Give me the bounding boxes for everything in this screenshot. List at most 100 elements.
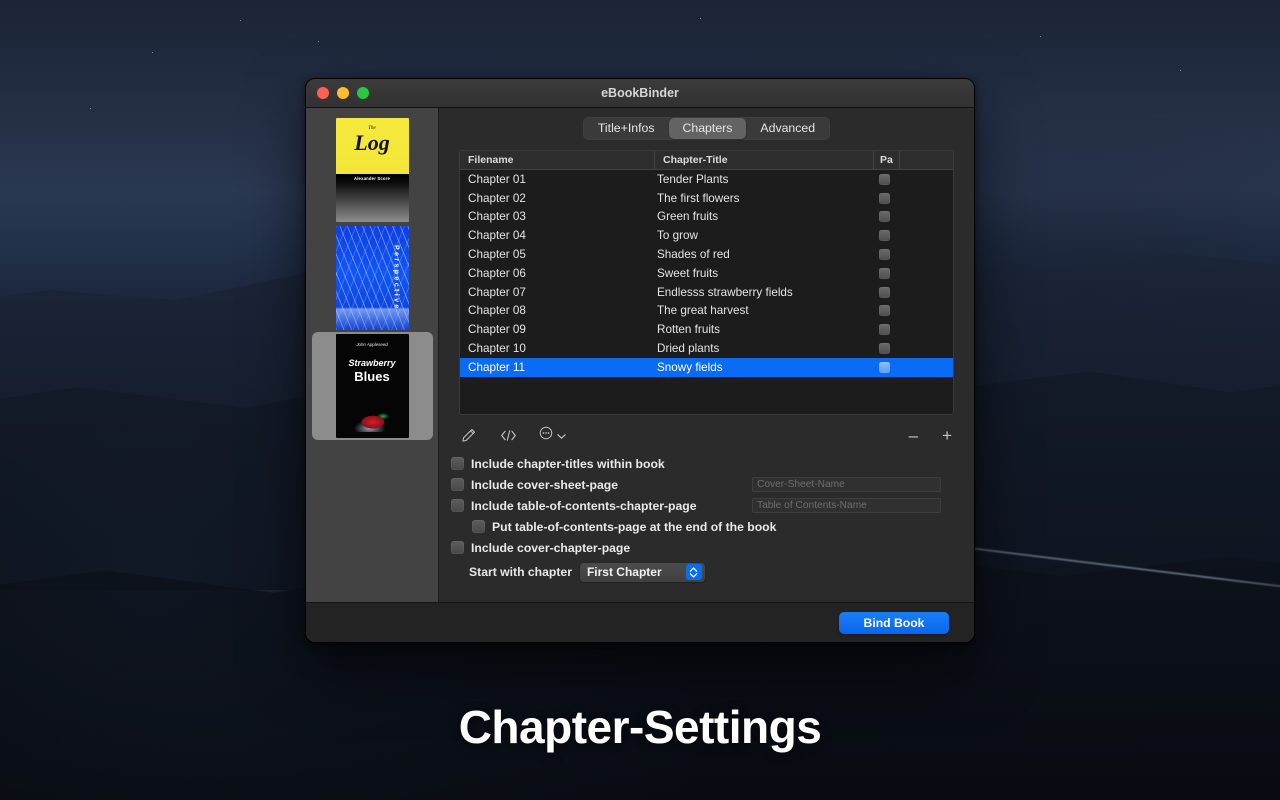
page-checkbox-icon[interactable] [879, 343, 890, 354]
book-item-perspective[interactable]: Perspective [312, 224, 433, 332]
app-window[interactable]: eBookBinder The Log Alexander Score [305, 78, 975, 643]
cell-page-checkbox[interactable] [874, 324, 900, 335]
cell-filename: Chapter 01 [460, 173, 655, 186]
option-label: Include table-of-contents-chapter-page [471, 499, 697, 513]
chevron-down-icon [557, 427, 566, 445]
cover-sheet-name-input[interactable]: Cover-Sheet-Name [752, 477, 941, 492]
cell-page-checkbox[interactable] [874, 287, 900, 298]
column-header-chapter-title[interactable]: Chapter-Title [655, 151, 874, 169]
cell-chapter-title: Rotten fruits [655, 323, 874, 336]
main-panel: Title+Infos Chapters Advanced Filename C… [439, 108, 974, 643]
option-include-cover-chapter-page[interactable]: Include cover-chapter-page [449, 537, 954, 558]
table-row[interactable]: Chapter 09 Rotten fruits [460, 320, 953, 339]
start-with-chapter-select[interactable]: First Chapter [580, 563, 705, 582]
cell-page-checkbox[interactable] [874, 230, 900, 241]
cell-filename: Chapter 07 [460, 286, 655, 299]
option-include-cover-sheet-page[interactable]: Include cover-sheet-page Cover-Sheet-Nam… [449, 474, 954, 495]
traffic-light-group [306, 87, 369, 99]
toc-name-input[interactable]: Table of Contents-Name [752, 498, 941, 513]
option-label: Include chapter-titles within book [471, 457, 665, 471]
cell-filename: Chapter 04 [460, 229, 655, 242]
cell-page-checkbox[interactable] [874, 362, 900, 373]
table-body[interactable]: Chapter 01 Tender Plants Chapter 02 The … [460, 170, 953, 377]
cell-page-checkbox[interactable] [874, 268, 900, 279]
tab-advanced[interactable]: Advanced [746, 118, 829, 139]
segmented-control[interactable]: Title+Infos Chapters Advanced [583, 117, 830, 140]
table-row[interactable]: Chapter 05 Shades of red [460, 245, 953, 264]
table-row-selected[interactable]: Chapter 11 Snowy fields [460, 358, 953, 377]
code-brackets-icon[interactable] [500, 429, 517, 442]
table-toolbar: – + [439, 415, 974, 447]
cover-title-line1: Strawberry [336, 358, 409, 368]
page-checkbox-icon[interactable] [879, 230, 890, 241]
page-checkbox-icon[interactable] [879, 193, 890, 204]
window-body: The Log Alexander Score Perspective John… [306, 108, 974, 643]
table-row[interactable]: Chapter 02 The first flowers [460, 189, 953, 208]
table-row[interactable]: Chapter 08 The great harvest [460, 302, 953, 321]
checkbox-icon[interactable] [451, 541, 464, 554]
remove-chapter-button[interactable]: – [909, 426, 918, 446]
cell-filename: Chapter 08 [460, 304, 655, 317]
book-cover-thumbnail: John Appleseed Strawberry Blues [336, 334, 409, 438]
cell-filename: Chapter 11 [460, 361, 655, 374]
book-thumbnail-list[interactable]: The Log Alexander Score Perspective John… [306, 108, 438, 604]
cell-page-checkbox[interactable] [874, 174, 900, 185]
bind-book-button[interactable]: Bind Book [839, 612, 949, 634]
cell-page-checkbox[interactable] [874, 249, 900, 260]
book-cover-thumbnail: The Log Alexander Score [336, 118, 409, 222]
table-row[interactable]: Chapter 10 Dried plants [460, 339, 953, 358]
window-titlebar[interactable]: eBookBinder [306, 79, 974, 108]
book-sidebar[interactable]: The Log Alexander Score Perspective John… [306, 108, 439, 643]
cell-chapter-title: Green fruits [655, 210, 874, 223]
page-checkbox-icon[interactable] [879, 249, 890, 260]
cell-page-checkbox[interactable] [874, 305, 900, 316]
table-row[interactable]: Chapter 06 Sweet fruits [460, 264, 953, 283]
page-checkbox-icon[interactable] [879, 174, 890, 185]
start-with-chapter-row: Start with chapter First Chapter [449, 560, 954, 584]
checkbox-icon[interactable] [451, 499, 464, 512]
cell-filename: Chapter 10 [460, 342, 655, 355]
cell-page-checkbox[interactable] [874, 193, 900, 204]
column-header-page[interactable]: Pa [874, 151, 900, 169]
checkbox-icon[interactable] [472, 520, 485, 533]
action-menu-button[interactable] [539, 426, 566, 445]
cell-filename: Chapter 02 [460, 192, 655, 205]
option-label: Include cover-sheet-page [471, 478, 618, 492]
tab-title-infos[interactable]: Title+Infos [584, 118, 669, 139]
close-window-icon[interactable] [317, 87, 329, 99]
option-include-toc-chapter-page[interactable]: Include table-of-contents-chapter-page T… [449, 495, 954, 516]
option-label: Put table-of-contents-page at the end of… [492, 520, 776, 534]
option-include-chapter-titles[interactable]: Include chapter-titles within book [449, 453, 954, 474]
page-checkbox-icon[interactable] [879, 305, 890, 316]
table-row[interactable]: Chapter 04 To grow [460, 226, 953, 245]
cell-page-checkbox[interactable] [874, 211, 900, 222]
cover-title-line2: Blues [336, 369, 409, 384]
page-checkbox-icon[interactable] [879, 211, 890, 222]
book-item-strawberry-blues[interactable]: John Appleseed Strawberry Blues [312, 332, 433, 440]
cell-filename: Chapter 03 [460, 210, 655, 223]
option-toc-at-end[interactable]: Put table-of-contents-page at the end of… [449, 516, 954, 537]
minimize-window-icon[interactable] [337, 87, 349, 99]
page-checkbox-icon[interactable] [879, 362, 890, 373]
page-checkbox-icon[interactable] [879, 287, 890, 298]
table-row[interactable]: Chapter 01 Tender Plants [460, 170, 953, 189]
table-row[interactable]: Chapter 03 Green fruits [460, 208, 953, 227]
book-item-the-log[interactable]: The Log Alexander Score [312, 116, 433, 224]
cell-page-checkbox[interactable] [874, 343, 900, 354]
page-checkbox-icon[interactable] [879, 268, 890, 279]
cell-filename: Chapter 06 [460, 267, 655, 280]
pencil-icon[interactable] [461, 428, 476, 443]
table-header-row: Filename Chapter-Title Pa [460, 151, 953, 170]
add-chapter-button[interactable]: + [942, 426, 952, 446]
table-row[interactable]: Chapter 07 Endlesss strawberry fields [460, 283, 953, 302]
column-header-filename[interactable]: Filename [460, 151, 655, 169]
checkbox-icon[interactable] [451, 478, 464, 491]
chevron-up-down-icon [686, 564, 702, 580]
chapters-table[interactable]: Filename Chapter-Title Pa Chapter 01 Ten… [459, 150, 954, 415]
checkbox-icon[interactable] [451, 457, 464, 470]
cell-filename: Chapter 05 [460, 248, 655, 261]
maximize-window-icon[interactable] [357, 87, 369, 99]
page-checkbox-icon[interactable] [879, 324, 890, 335]
tab-chapters[interactable]: Chapters [669, 118, 747, 139]
book-cover-thumbnail: Perspective [336, 226, 409, 330]
